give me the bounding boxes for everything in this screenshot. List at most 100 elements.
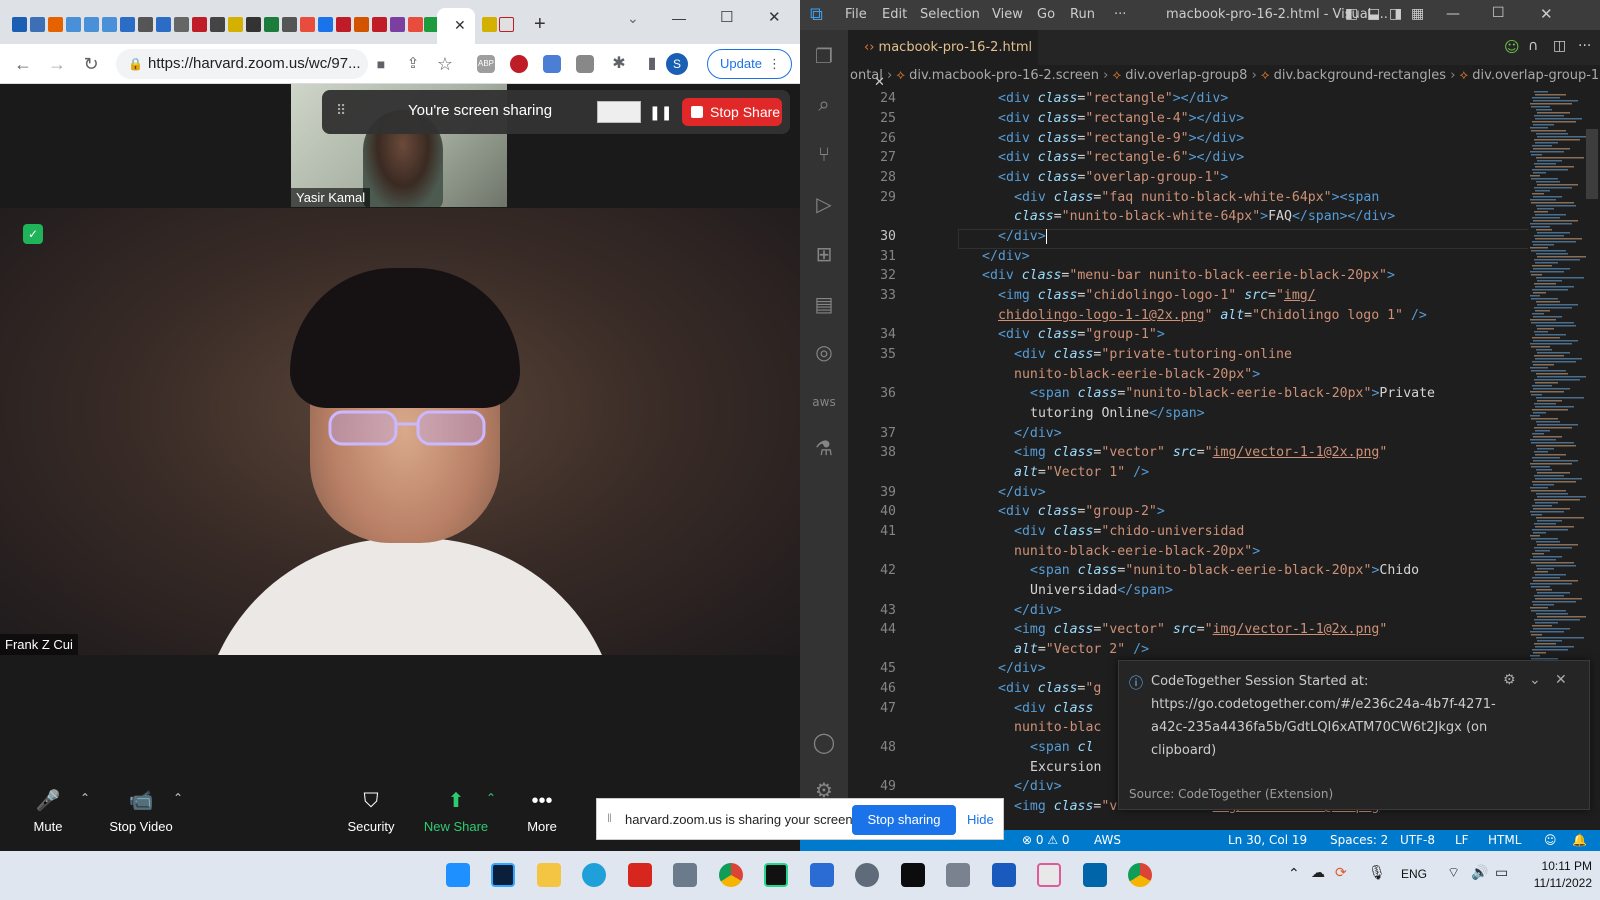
extension-grey-icon[interactable] — [576, 55, 594, 73]
aws-status[interactable]: AWS — [1094, 830, 1121, 851]
toast-close-icon[interactable]: ✕ — [1555, 672, 1567, 688]
chrome-icon[interactable] — [719, 863, 743, 887]
toggle-secondary-sidebar-icon[interactable]: ◨ — [1389, 6, 1402, 22]
snipping-tool-icon[interactable] — [946, 863, 970, 887]
encryption-shield-icon[interactable]: ✓ — [23, 224, 43, 244]
encoding[interactable]: UTF-8 — [1400, 830, 1435, 851]
toast-collapse-icon[interactable]: ⌄ — [1529, 672, 1541, 688]
chrome-icon[interactable] — [1128, 863, 1152, 887]
active-tab[interactable]: ✕ — [437, 8, 475, 44]
tab-favicon[interactable] — [84, 17, 99, 32]
share-page-icon[interactable]: ⇪ — [402, 53, 424, 75]
tab-favicon[interactable] — [300, 17, 315, 32]
start-windows-icon[interactable] — [446, 863, 470, 887]
indentation[interactable]: Spaces: 2 — [1330, 830, 1388, 851]
pycharm-icon[interactable] — [764, 863, 788, 887]
remote-explorer-icon[interactable]: ▤ — [812, 292, 836, 316]
tab-favicon[interactable] — [48, 17, 63, 32]
tab-favicon[interactable] — [318, 17, 333, 32]
problems-indicator[interactable]: ⊗ 0 ⚠ 0 — [1022, 830, 1070, 851]
tab-favicon[interactable] — [372, 17, 387, 32]
reload-icon[interactable]: ↻ — [80, 53, 102, 75]
close-window-icon[interactable]: ✕ — [768, 8, 781, 26]
tab-favicon[interactable] — [138, 17, 153, 32]
acrobat-icon[interactable] — [628, 863, 652, 887]
language-indicator[interactable]: ENG — [1401, 867, 1427, 881]
minimize-icon[interactable]: — — [672, 10, 686, 26]
forward-icon[interactable]: → — [46, 53, 68, 75]
toggle-sidebar-icon[interactable]: ◧ — [1345, 6, 1358, 22]
breadcrumb-item[interactable]: div.macbook-pro-16-2.screen — [909, 68, 1099, 83]
source-control-icon[interactable]: ⑂ — [812, 142, 836, 166]
file-explorer-icon[interactable] — [537, 863, 561, 887]
maximize-icon[interactable]: ☐ — [1492, 5, 1505, 21]
tab-search-icon[interactable]: ⌄ — [627, 10, 639, 27]
minimize-icon[interactable]: — — [1446, 6, 1460, 22]
tray-overflow-icon[interactable]: ⌃ — [1288, 865, 1300, 882]
accounts-icon[interactable]: ◯ — [812, 730, 836, 754]
test-icon[interactable]: ⚗ — [812, 436, 836, 460]
codetogether-icon[interactable]: ◎ — [812, 340, 836, 364]
edge-icon[interactable] — [582, 863, 606, 887]
camera-icon[interactable]: ■ — [370, 53, 392, 75]
tab-favicon[interactable] — [336, 17, 351, 32]
stop-share-button[interactable]: Stop Share — [682, 98, 782, 126]
audio-options-caret-icon[interactable]: ⌃ — [80, 791, 90, 805]
hide-link[interactable]: Hide — [967, 812, 994, 827]
aws-icon[interactable]: aws — [812, 390, 836, 414]
side-panel-icon[interactable]: ▮ — [641, 53, 663, 75]
drag-handle-icon[interactable]: ‖ — [607, 811, 612, 825]
menu-selection[interactable]: Selection — [920, 7, 980, 22]
adblock-icon[interactable]: ABP — [477, 55, 495, 73]
menu-view[interactable]: View — [992, 7, 1023, 22]
profile-avatar[interactable]: S — [666, 53, 688, 75]
explorer-icon[interactable]: ❐ — [812, 44, 836, 68]
address-bar[interactable]: 🔒 https://harvard.zoom.us/wc/97... — [116, 49, 368, 79]
close-window-icon[interactable]: ✕ — [1540, 5, 1553, 23]
new-share-button[interactable]: ⬆ New Share — [416, 789, 496, 834]
translate-icon[interactable] — [543, 55, 561, 73]
editor-tab[interactable]: ‹› macbook-pro-16-2.html ✕ — [848, 30, 1038, 90]
split-editor-icon[interactable]: ◫ — [1553, 38, 1566, 54]
terminal-icon[interactable] — [901, 863, 925, 887]
notepad-icon[interactable] — [810, 863, 834, 887]
calculator-icon[interactable] — [673, 863, 697, 887]
extensions-icon[interactable]: ⊞ — [812, 242, 836, 266]
menu-run[interactable]: Run — [1070, 7, 1095, 22]
customize-layout-icon[interactable]: ▦ — [1411, 6, 1424, 22]
toggle-panel-icon[interactable]: ⬓ — [1367, 6, 1380, 22]
breadcrumb-item[interactable]: div.background-rectangles — [1274, 68, 1446, 83]
breadcrumb-item[interactable]: ontal — [850, 68, 883, 83]
search-icon[interactable]: ⌕ — [812, 92, 836, 116]
breadcrumb-item[interactable]: div.overlap-group-1 — [1472, 68, 1599, 83]
end-of-line[interactable]: LF — [1455, 830, 1469, 851]
tab-favicon[interactable] — [390, 17, 405, 32]
menu-file[interactable]: File — [845, 7, 867, 22]
tab-favicon[interactable] — [282, 17, 297, 32]
taskbar-clock[interactable]: 10:11 PM 11/11/2022 — [1522, 858, 1592, 892]
run-debug-icon[interactable]: ▷ — [812, 192, 836, 216]
tab-favicon[interactable] — [246, 17, 261, 32]
tab-favicon[interactable] — [156, 17, 171, 32]
tab-favicon[interactable] — [264, 17, 279, 32]
battery-icon[interactable]: ▭ — [1495, 864, 1508, 881]
tab-favicon[interactable] — [228, 17, 243, 32]
snip-sketch-icon[interactable] — [1037, 863, 1061, 887]
pause-share-icon[interactable]: ❚❚ — [649, 101, 672, 123]
wifi-icon[interactable]: ⌔ — [1447, 864, 1460, 882]
video-options-caret-icon[interactable]: ⌃ — [173, 791, 183, 805]
tab-favicon[interactable] — [66, 17, 81, 32]
back-icon[interactable]: ← — [12, 53, 34, 75]
update-button[interactable]: Update ⋮ — [707, 49, 792, 79]
gmail-tab-icon[interactable] — [499, 17, 514, 32]
tab-favicon[interactable] — [120, 17, 135, 32]
toast-settings-icon[interactable]: ⚙ — [1503, 672, 1516, 688]
cursor-position[interactable]: Ln 30, Col 19 — [1228, 830, 1307, 851]
security-button[interactable]: ⛉ Security — [331, 789, 411, 834]
share-preview-thumbnail[interactable] — [597, 101, 641, 123]
language-mode[interactable]: HTML — [1488, 830, 1521, 851]
tab-favicon[interactable] — [192, 17, 207, 32]
stop-video-button[interactable]: 📹 Stop Video — [101, 789, 181, 834]
menu-more[interactable]: ··· — [1114, 7, 1126, 22]
bookmark-star-icon[interactable]: ☆ — [434, 53, 456, 75]
